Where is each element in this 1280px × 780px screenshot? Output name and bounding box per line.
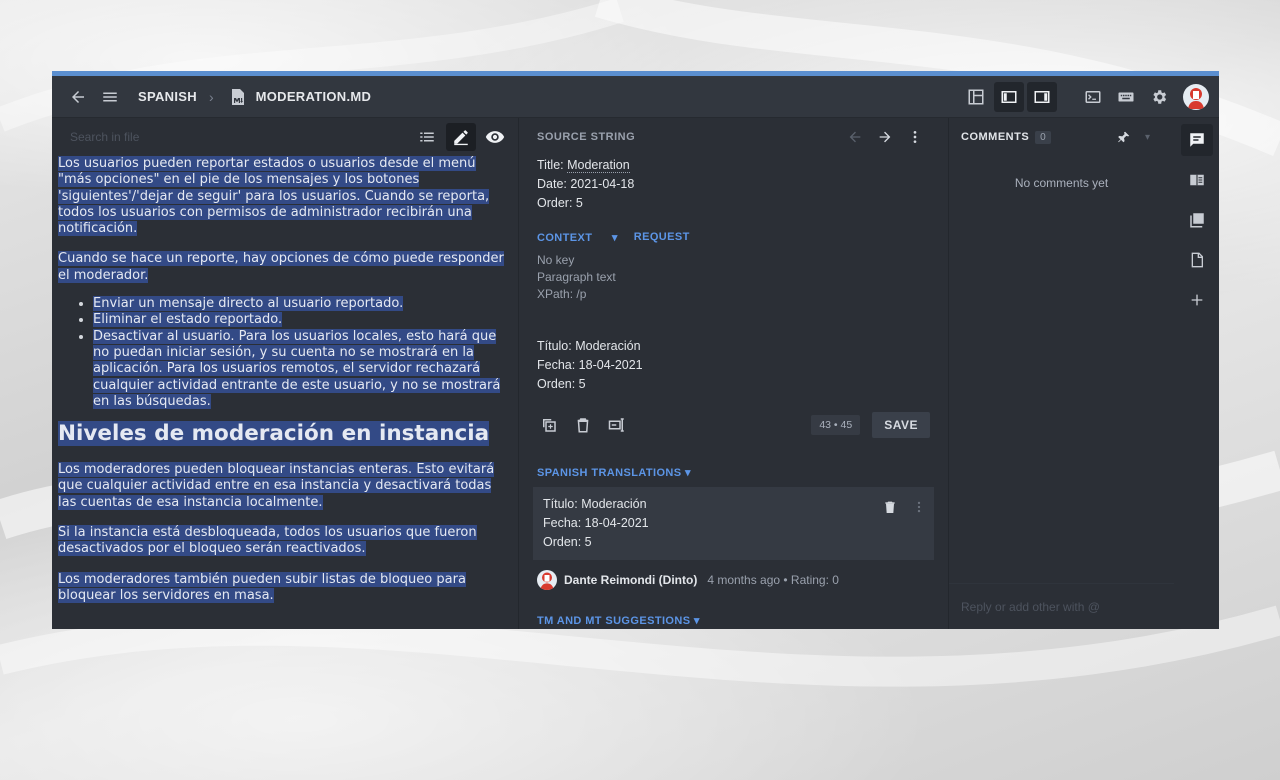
- document-content: Los usuarios pueden reportar estados o u…: [52, 156, 518, 604]
- editor-pane: SOURCE STRING Title: Moderation Date: 20…: [518, 118, 948, 629]
- spanish-translations-dropdown[interactable]: SPANISH TRANSLATIONS ▾: [519, 466, 948, 479]
- text-field-icon[interactable]: [605, 413, 629, 437]
- no-comments-text: No comments yet: [1014, 176, 1109, 190]
- source-term[interactable]: Moderation: [567, 158, 630, 173]
- translation-memory-icon[interactable]: [1181, 204, 1213, 236]
- reply-input[interactable]: [961, 599, 1161, 614]
- comments-header: COMMENTS 0 ▾: [949, 118, 1174, 156]
- layout-three-pane-icon[interactable]: [961, 82, 991, 112]
- previous-arrow-icon[interactable]: [840, 129, 870, 145]
- source-string-header: SOURCE STRING: [519, 118, 948, 156]
- pin-icon[interactable]: [1117, 130, 1131, 144]
- section-heading[interactable]: Niveles de moderación en instancia: [58, 421, 490, 447]
- source-string-label: SOURCE STRING: [537, 131, 636, 143]
- add-plus-icon[interactable]: [1181, 284, 1213, 316]
- translation-editor-window: SPANISH › MODERATION.MD Search in file L…: [52, 71, 1219, 629]
- terminal-icon[interactable]: [1078, 82, 1108, 112]
- paragraph-blocklists[interactable]: Los moderadores también pueden subir lis…: [58, 571, 466, 603]
- toolbar-right: [961, 76, 1219, 117]
- list-item: Desactivar al usuario. Para los usuarios…: [93, 328, 510, 410]
- file-icon[interactable]: [1181, 244, 1213, 276]
- breadcrumb-file: MODERATION.MD: [255, 89, 372, 104]
- more-vertical-icon[interactable]: [912, 499, 926, 515]
- layout-right-pane-icon[interactable]: [1027, 81, 1057, 112]
- save-button[interactable]: SAVE: [872, 412, 930, 438]
- author-avatar: [537, 570, 557, 590]
- delete-translation-icon[interactable]: [882, 499, 898, 515]
- edit-pencil-icon[interactable]: [446, 123, 476, 151]
- menu-icon[interactable]: [98, 85, 122, 109]
- comments-icon[interactable]: [1180, 124, 1213, 156]
- translation-textarea[interactable]: Título: Moderación Fecha: 18-04-2021 Ord…: [519, 303, 948, 394]
- paragraph-block-instances[interactable]: Los moderadores pueden bloquear instanci…: [58, 462, 495, 510]
- editor-actions: 43 • 45 SAVE: [519, 412, 948, 438]
- reply-box: [949, 583, 1174, 629]
- comments-pane: COMMENTS 0 ▾ No comments yet: [948, 118, 1174, 629]
- top-bar: SPANISH › MODERATION.MD: [52, 76, 1219, 118]
- document-pane: Los usuarios pueden reportar estados o u…: [52, 118, 518, 629]
- glossary-icon[interactable]: [1181, 164, 1213, 196]
- preview-eye-icon[interactable]: [480, 123, 510, 151]
- author-name[interactable]: Dante Reimondi (Dinto): [564, 573, 697, 587]
- paragraph-moderator-options[interactable]: Cuando se hace un reporte, hay opciones …: [58, 251, 504, 283]
- comments-label: COMMENTS: [961, 131, 1030, 143]
- markdown-file-icon: [226, 85, 250, 109]
- side-rail: [1174, 118, 1219, 629]
- next-arrow-icon[interactable]: [870, 129, 900, 145]
- settings-gear-icon[interactable]: [1144, 82, 1174, 112]
- list-view-icon[interactable]: [412, 123, 442, 151]
- request-link[interactable]: REQUEST: [634, 231, 690, 244]
- keyboard-icon[interactable]: [1111, 82, 1141, 112]
- chevron-right-icon: ›: [208, 88, 214, 105]
- list-item: Enviar un mensaje directo al usuario rep…: [93, 296, 510, 312]
- clear-trash-icon[interactable]: [571, 413, 595, 437]
- more-vertical-icon[interactable]: [900, 129, 930, 145]
- context-details: No key Paragraph text XPath: /p: [537, 253, 616, 301]
- layout-left-pane-icon[interactable]: [994, 81, 1024, 112]
- translation-author-row: Dante Reimondi (Dinto) 4 months ago • Ra…: [519, 570, 948, 590]
- translation-card[interactable]: Título: Moderación Fecha: 18-04-2021 Ord…: [533, 487, 934, 560]
- user-avatar[interactable]: [1183, 83, 1209, 110]
- list-item: Eliminar el estado reportado.: [93, 312, 510, 328]
- back-arrow-icon[interactable]: [66, 85, 90, 109]
- search-in-file-input[interactable]: [70, 130, 390, 144]
- tm-mt-suggestions-dropdown[interactable]: TM AND MT SUGGESTIONS ▾: [519, 614, 948, 627]
- translation-meta: 4 months ago • Rating: 0: [707, 573, 839, 587]
- context-dropdown[interactable]: CONTEXT ▾: [537, 231, 618, 244]
- paragraph-report[interactable]: Los usuarios pueden reportar estados o u…: [58, 156, 490, 237]
- options-list: Enviar un mensaje directo al usuario rep…: [93, 296, 510, 410]
- comments-count-badge: 0: [1035, 130, 1051, 144]
- context-row: CONTEXT ▾ REQUEST: [519, 231, 948, 244]
- copy-source-icon[interactable]: [537, 413, 561, 437]
- breadcrumb-language[interactable]: SPANISH: [138, 89, 197, 104]
- source-string: Title: Moderation Date: 2021-04-18 Order…: [537, 158, 635, 210]
- paragraph-unblock[interactable]: Si la instancia está desbloqueada, todos…: [58, 525, 477, 557]
- search-row: [52, 118, 518, 156]
- chevron-down-icon[interactable]: ▾: [1145, 132, 1150, 143]
- character-counter: 43 • 45: [811, 415, 861, 435]
